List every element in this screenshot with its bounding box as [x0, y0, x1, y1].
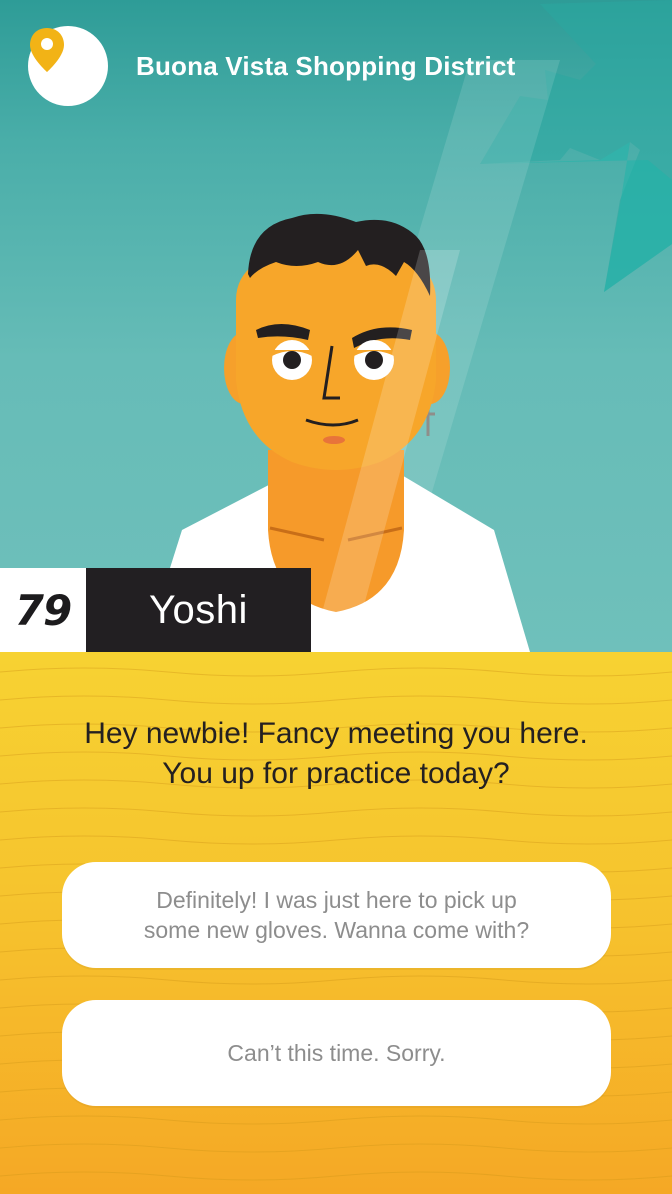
map-pin-icon	[30, 28, 64, 72]
choice-decline-label: Can’t this time. Sorry.	[227, 1040, 446, 1066]
choice-accept-line-2: some new gloves. Wanna come with?	[143, 917, 530, 943]
character-name-plate: Yoshi	[86, 568, 311, 652]
scene: Buona Vista Shopping District 79 Yoshi	[0, 0, 672, 652]
dialogue-panel: Hey newbie! Fancy meeting you here. You …	[0, 652, 672, 1194]
location-bar: Buona Vista Shopping District	[28, 26, 515, 106]
character-level: 79	[14, 585, 72, 635]
dialogue-line-2: You up for practice today?	[162, 757, 510, 790]
character-level-badge: 79	[0, 568, 86, 652]
choice-button-decline[interactable]: Can’t this time. Sorry.	[62, 1000, 611, 1106]
location-badge[interactable]	[28, 26, 108, 106]
location-title: Buona Vista Shopping District	[136, 50, 516, 81]
character-name: Yoshi	[149, 587, 248, 632]
choice-button-accept[interactable]: Definitely! I was just here to pick up s…	[62, 862, 611, 968]
choice-accept-line-1: Definitely! I was just here to pick up	[156, 887, 517, 913]
dialogue-text: Hey newbie! Fancy meeting you here. You …	[20, 714, 652, 794]
dialogue-line-1: Hey newbie! Fancy meeting you here.	[84, 717, 588, 750]
